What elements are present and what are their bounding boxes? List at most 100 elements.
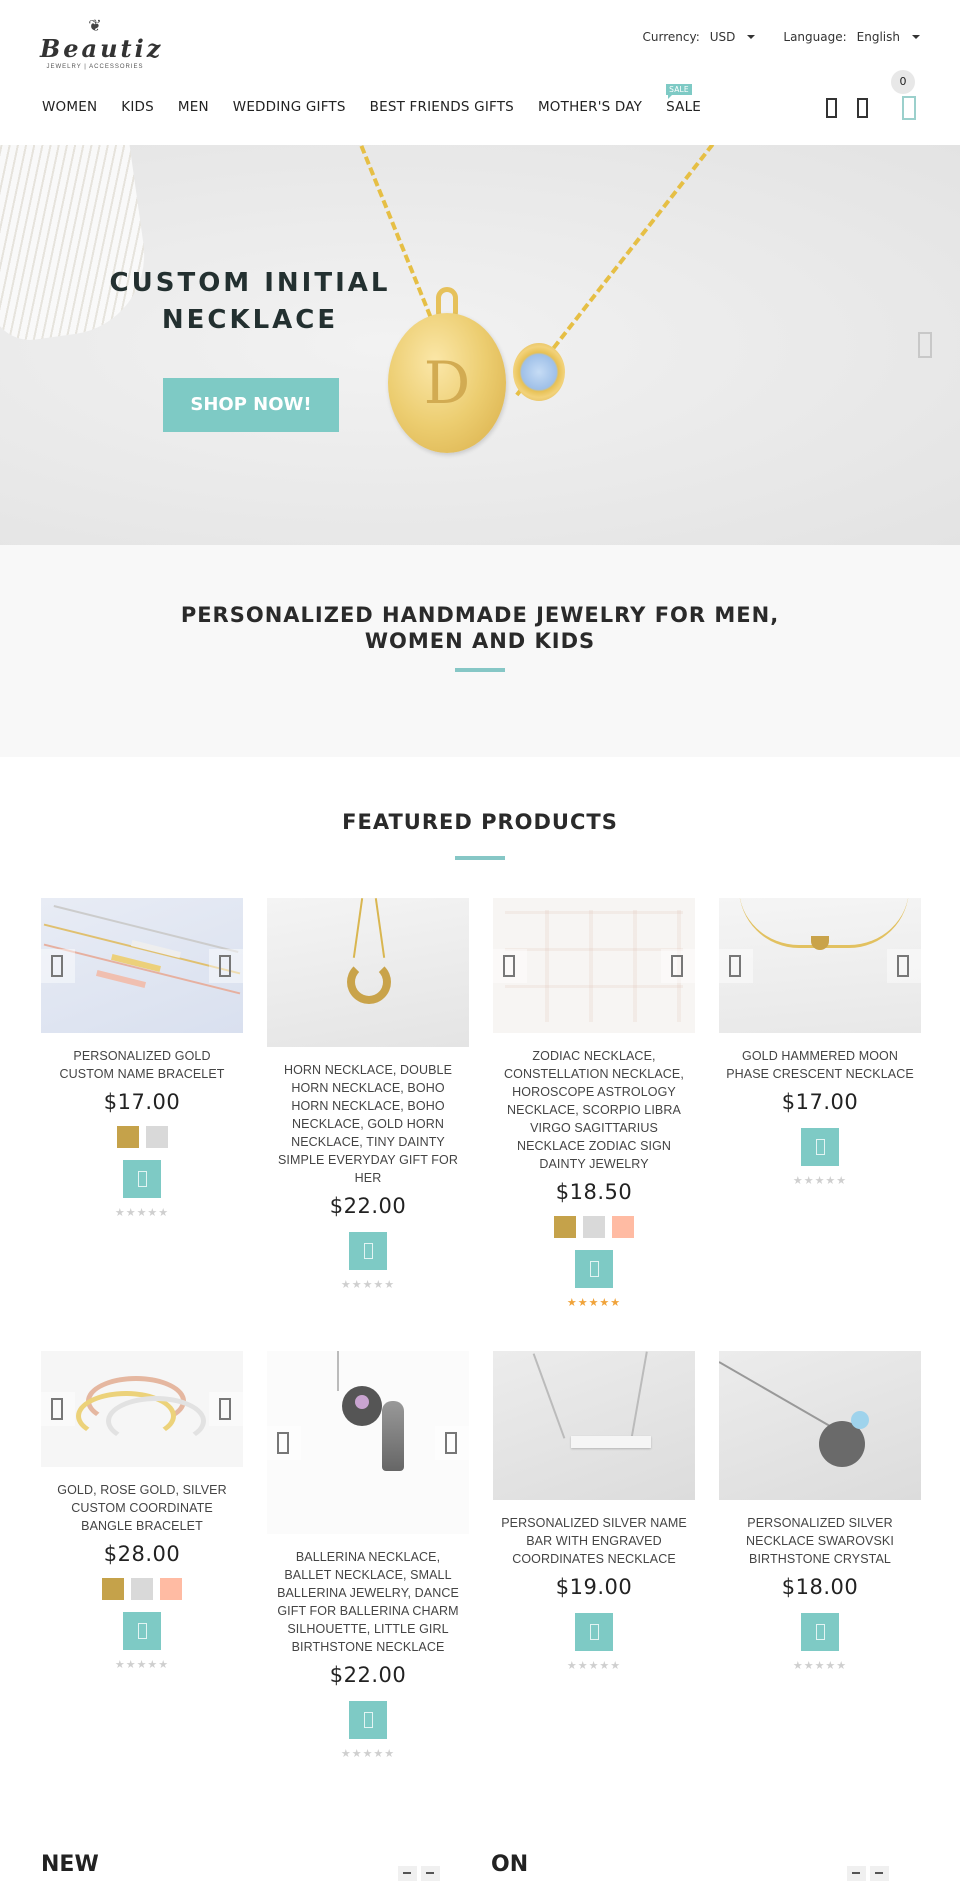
product-price: $18.00: [781, 1575, 859, 1599]
cart-icon: [816, 1624, 825, 1640]
image-prev-icon[interactable]: [493, 949, 527, 983]
nav-mothers-day[interactable]: MOTHER'S DAY: [538, 99, 642, 115]
rating-stars: ★★★★★: [566, 1296, 622, 1309]
color-swatch[interactable]: [131, 1578, 153, 1600]
image-next-icon[interactable]: [887, 949, 921, 983]
product-name[interactable]: ZODIAC NECKLACE, CONSTELLATION NECKLACE,…: [493, 1047, 695, 1173]
product-price: $17.00: [781, 1090, 859, 1114]
user-icon[interactable]: [826, 98, 837, 118]
product-name[interactable]: HORN NECKLACE, DOUBLE HORN NECKLACE, BOH…: [267, 1061, 469, 1187]
color-swatch[interactable]: [102, 1578, 124, 1600]
prev-icon[interactable]: [847, 1866, 866, 1881]
cart-icon: [138, 1171, 147, 1187]
color-swatch[interactable]: [554, 1216, 576, 1238]
nav-men[interactable]: MEN: [178, 99, 209, 115]
color-swatch[interactable]: [160, 1578, 182, 1600]
product-card: GOLD HAMMERED MOON PHASE CRESCENT NECKLA…: [719, 898, 921, 1188]
product-price: $22.00: [329, 1194, 407, 1218]
product-image[interactable]: [493, 898, 695, 1033]
color-swatches: [41, 1578, 243, 1600]
product-image[interactable]: [267, 1351, 469, 1534]
product-name[interactable]: BALLERINA NECKLACE, BALLET NECKLACE, SMA…: [267, 1548, 469, 1656]
add-to-cart-button[interactable]: [349, 1232, 387, 1270]
nav-sale-label: SALE: [666, 99, 702, 115]
add-to-cart-button[interactable]: [801, 1128, 839, 1166]
product-name[interactable]: GOLD, ROSE GOLD, SILVER CUSTOM COORDINAT…: [41, 1481, 243, 1535]
product-name[interactable]: PERSONALIZED SILVER NAME BAR WITH ENGRAV…: [493, 1514, 695, 1568]
product-card: GOLD, ROSE GOLD, SILVER CUSTOM COORDINAT…: [41, 1351, 243, 1672]
language-value[interactable]: English: [857, 30, 900, 44]
product-image[interactable]: [719, 1351, 921, 1500]
caret-down-icon: [912, 35, 920, 39]
cart-icon: [364, 1712, 373, 1728]
add-to-cart-button[interactable]: [575, 1250, 613, 1288]
add-to-cart-button[interactable]: [123, 1160, 161, 1198]
image-prev-icon[interactable]: [719, 949, 753, 983]
cart-icon: [590, 1261, 599, 1277]
color-swatch[interactable]: [116, 1126, 139, 1148]
product-image[interactable]: [267, 898, 469, 1047]
product-card: HORN NECKLACE, DOUBLE HORN NECKLACE, BOH…: [267, 898, 469, 1292]
product-image[interactable]: [41, 1351, 243, 1467]
nav-best-friends-gifts[interactable]: BEST FRIENDS GIFTS: [370, 99, 514, 115]
rating-stars: ★★★★★: [340, 1747, 396, 1760]
next-icon[interactable]: [421, 1866, 440, 1881]
product-card: PERSONALIZED GOLD CUSTOM NAME BRACELET $1…: [41, 898, 243, 1220]
currency-value[interactable]: USD: [710, 30, 736, 44]
product-image[interactable]: [719, 898, 921, 1033]
add-to-cart-button[interactable]: [123, 1612, 161, 1650]
title-underline: [455, 668, 505, 672]
heart-icon[interactable]: [857, 98, 868, 118]
product-card: PERSONALIZED SILVER NAME BAR WITH ENGRAV…: [493, 1351, 695, 1673]
logo-tagline: JEWELRY | ACCESSORIES: [46, 64, 144, 70]
intro-title: PERSONALIZED HANDMADE JEWELRY FOR MEN, W…: [180, 603, 780, 653]
product-name[interactable]: PERSONALIZED SILVER NECKLACE SWAROVSKI B…: [719, 1514, 921, 1568]
intro-section: PERSONALIZED HANDMADE JEWELRY FOR MEN, W…: [0, 545, 960, 757]
product-image[interactable]: [41, 898, 243, 1033]
nav-wedding-gifts[interactable]: WEDDING GIFTS: [233, 99, 346, 115]
rating-stars: ★★★★★: [566, 1659, 622, 1672]
cart-icon: [364, 1243, 373, 1259]
nav-kids[interactable]: KIDS: [121, 99, 154, 115]
add-to-cart-button[interactable]: [575, 1613, 613, 1651]
image-next-icon[interactable]: [209, 949, 243, 983]
logo-name: Beautiz: [40, 34, 164, 63]
product-image[interactable]: [493, 1351, 695, 1500]
image-next-icon[interactable]: [661, 949, 695, 983]
image-next-icon[interactable]: [209, 1392, 243, 1426]
featured-title: FEATURED PRODUCTS: [342, 810, 618, 834]
language-selector[interactable]: Language: English: [783, 30, 920, 44]
image-prev-icon[interactable]: [267, 1426, 301, 1460]
logo[interactable]: ❦ Beautiz JEWELRY | ACCESSORIES: [40, 18, 164, 76]
color-swatches: [493, 1216, 695, 1238]
shop-now-button[interactable]: SHOP NOW!: [163, 378, 339, 432]
image-prev-icon[interactable]: [41, 1392, 75, 1426]
product-name[interactable]: GOLD HAMMERED MOON PHASE CRESCENT NECKLA…: [719, 1047, 921, 1083]
nav-sale[interactable]: SALE SALE: [666, 84, 702, 115]
product-card: BALLERINA NECKLACE, BALLET NECKLACE, SMA…: [267, 1351, 469, 1761]
add-to-cart-button[interactable]: [801, 1613, 839, 1651]
next-icon[interactable]: [870, 1866, 889, 1881]
top-settings: Currency: USD Language: English: [615, 30, 920, 44]
cart-icon[interactable]: [902, 96, 916, 120]
currency-label: Currency:: [642, 30, 700, 44]
nav-women[interactable]: WOMEN: [42, 99, 97, 115]
on-section-nav: [843, 1866, 889, 1881]
color-swatch[interactable]: [583, 1216, 605, 1238]
product-name[interactable]: PERSONALIZED GOLD CUSTOM NAME BRACELET: [41, 1047, 243, 1083]
add-to-cart-button[interactable]: [349, 1701, 387, 1739]
prev-icon[interactable]: [398, 1866, 417, 1881]
rating-stars: ★★★★★: [340, 1278, 396, 1291]
product-price: $17.00: [103, 1090, 181, 1114]
slider-next-icon[interactable]: [918, 332, 932, 358]
rating-stars: ★★★★★: [792, 1174, 848, 1187]
color-swatch[interactable]: [145, 1126, 168, 1148]
color-swatch[interactable]: [612, 1216, 634, 1238]
hero-title: CUSTOM INITIAL NECKLACE: [109, 268, 391, 335]
header-icons: [806, 96, 916, 120]
rating-stars: ★★★★★: [792, 1659, 848, 1672]
image-prev-icon[interactable]: [41, 949, 75, 983]
currency-selector[interactable]: Currency: USD: [643, 30, 756, 44]
product-card: ZODIAC NECKLACE, CONSTELLATION NECKLACE,…: [493, 898, 695, 1310]
image-next-icon[interactable]: [435, 1426, 469, 1460]
